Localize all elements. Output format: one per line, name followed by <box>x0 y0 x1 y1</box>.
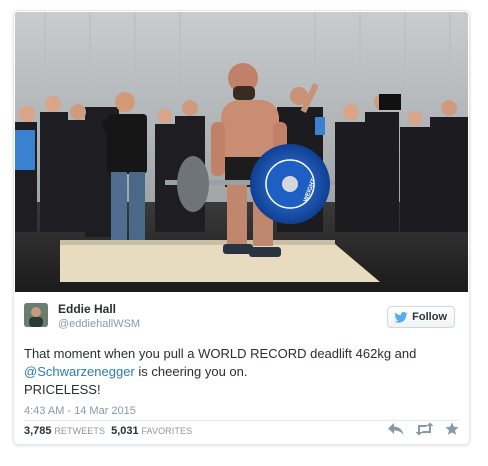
favorites-label: FAVORITES <box>141 426 193 436</box>
tweet-photo[interactable]: WEIGHT <box>15 12 468 292</box>
star-icon[interactable] <box>445 422 459 441</box>
retweets-label: RETWEETS <box>54 426 106 436</box>
author-name[interactable]: Eddie Hall <box>58 302 116 316</box>
avatar[interactable] <box>24 303 48 327</box>
tweet-text-line-3: PRICELESS! <box>24 382 101 397</box>
tweet-actions <box>388 422 459 441</box>
tweet-text-line-2-rest: is cheering you on. <box>134 364 248 379</box>
tweet-text-line-2: @Schwarzenegger is cheering you on. <box>24 363 457 381</box>
follow-label: Follow <box>412 311 447 323</box>
tweet-text-line-1: That moment when you pull a WORLD RECORD… <box>24 346 417 361</box>
follow-button[interactable]: Follow <box>387 306 455 328</box>
tweet-card: WEIGHT Eddie Hall @eddiehallWSM Follow T… <box>13 10 470 445</box>
favorites-count: 5,031 <box>111 425 139 437</box>
tweet-timestamp[interactable]: 4:43 AM - 14 Mar 2015 <box>24 405 136 417</box>
retweet-icon[interactable] <box>415 422 434 441</box>
tweet-stats: 3,785 RETWEETS 5,031 FAVORITES <box>24 425 192 437</box>
bird-icon <box>394 311 408 323</box>
favorites-stat[interactable]: 5,031 FAVORITES <box>111 425 192 437</box>
author-handle[interactable]: @eddiehallWSM <box>58 318 140 330</box>
deadlift-photo: WEIGHT <box>15 12 468 292</box>
tweet-text: That moment when you pull a WORLD RECORD… <box>24 345 457 399</box>
retweets-stat[interactable]: 3,785 RETWEETS <box>24 425 105 437</box>
mention-link[interactable]: @Schwarzenegger <box>24 364 135 379</box>
tweet-header: Eddie Hall @eddiehallWSM Follow <box>24 301 457 341</box>
reply-icon[interactable] <box>388 422 404 441</box>
divider <box>24 420 459 421</box>
retweets-count: 3,785 <box>24 425 52 437</box>
